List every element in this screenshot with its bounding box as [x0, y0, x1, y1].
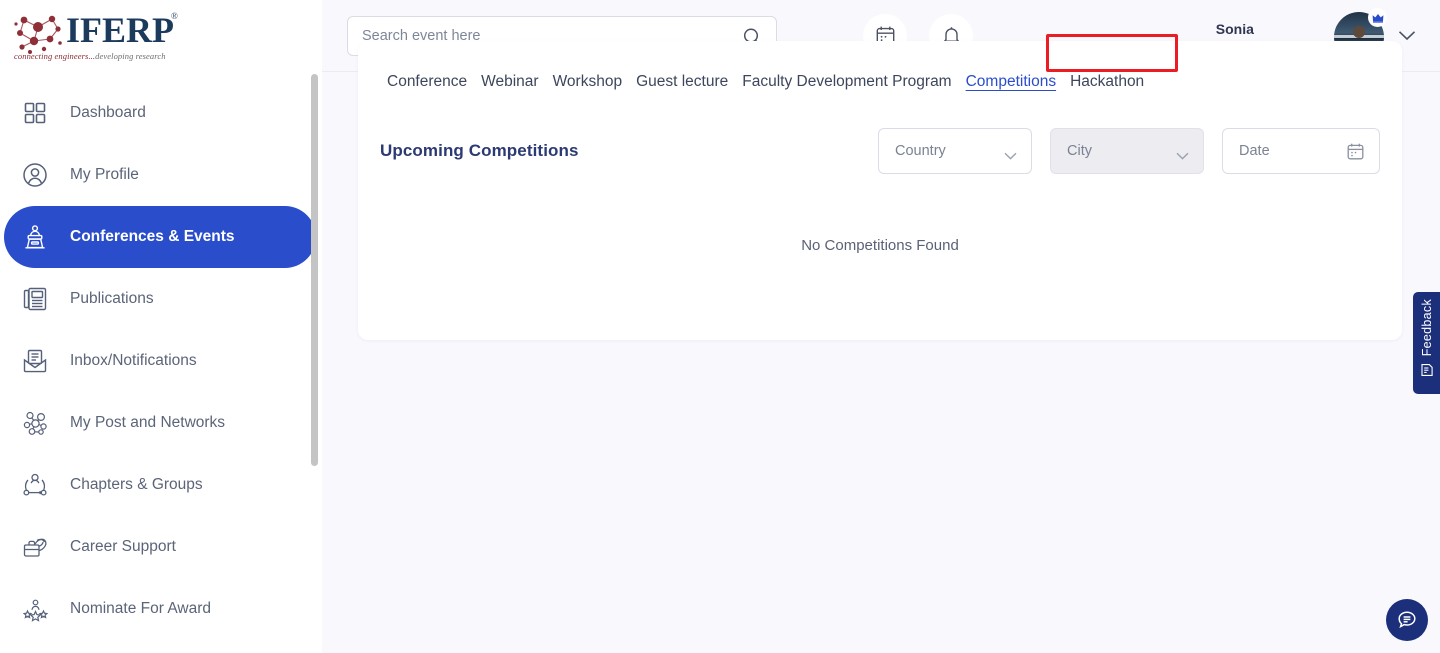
- sidebar-item-label: Career Support: [70, 538, 176, 556]
- sidebar-item-my-post-and-networks[interactable]: My Post and Networks: [4, 392, 316, 454]
- sidebar-nav: Dashboard My Profile: [0, 72, 322, 640]
- user-circle-icon: [18, 158, 52, 192]
- sidebar-scrollbar-thumb[interactable]: [311, 74, 318, 466]
- sidebar-item-career-support[interactable]: Career Support: [4, 516, 316, 578]
- brand-tagline-primary: connecting engineers...: [14, 51, 95, 61]
- country-select-label: Country: [895, 143, 946, 159]
- tab-faculty-development-program[interactable]: Faculty Development Program: [735, 71, 958, 93]
- envelope-icon: [18, 344, 52, 378]
- sidebar-item-chapters-groups[interactable]: Chapters & Groups: [4, 454, 316, 516]
- sidebar-item-label: Publications: [70, 290, 154, 308]
- sidebar-item-nominate-for-award[interactable]: Nominate For Award: [4, 578, 316, 640]
- app-root: IFERP ® connecting engineers...developin…: [0, 0, 1440, 653]
- chevron-down-icon: [1004, 148, 1017, 164]
- brand-tagline-secondary: developing research: [95, 51, 165, 61]
- calendar-icon[interactable]: [1346, 142, 1365, 165]
- network-icon: [18, 406, 52, 440]
- sidebar-item-label: My Post and Networks: [70, 414, 225, 432]
- feedback-form-icon: [1420, 363, 1434, 382]
- sidebar-item-conferences-events[interactable]: Conferences & Events: [4, 206, 316, 268]
- newspaper-icon: [18, 282, 52, 316]
- empty-state-message: No Competitions Found: [358, 237, 1402, 254]
- sidebar-item-inbox-notifications[interactable]: Inbox/Notifications: [4, 330, 316, 392]
- podium-icon: [18, 220, 52, 254]
- crown-icon: [1368, 8, 1387, 27]
- sidebar-item-my-profile[interactable]: My Profile: [4, 144, 316, 206]
- crown-glyph: [1372, 13, 1384, 23]
- tab-hackathon[interactable]: Hackathon: [1063, 71, 1151, 93]
- event-type-tabs: Conference Webinar Workshop Guest lectur…: [358, 41, 1402, 93]
- tab-competitions[interactable]: Competitions: [959, 71, 1063, 93]
- brand-logo[interactable]: IFERP ® connecting engineers...developin…: [0, 0, 322, 72]
- sidebar-item-publications[interactable]: Publications: [4, 268, 316, 330]
- date-filter-label: Date: [1239, 143, 1270, 159]
- brand-tagline: connecting engineers...developing resear…: [14, 51, 166, 61]
- grid-icon: [18, 96, 52, 130]
- tab-conference[interactable]: Conference: [380, 71, 474, 93]
- chat-bubble-icon: [1396, 609, 1418, 631]
- city-select[interactable]: City: [1050, 128, 1204, 174]
- chevron-down-icon: [1176, 148, 1189, 164]
- user-name: Sonia: [1216, 20, 1320, 38]
- country-select[interactable]: Country: [878, 128, 1032, 174]
- sidebar: IFERP ® connecting engineers...developin…: [0, 0, 322, 653]
- city-select-label: City: [1067, 143, 1092, 159]
- feedback-tab[interactable]: Feedback: [1413, 292, 1440, 394]
- sidebar-item-label: Dashboard: [70, 104, 146, 122]
- feedback-label: Feedback: [1420, 299, 1434, 356]
- sidebar-item-label: Nominate For Award: [70, 600, 211, 618]
- filter-row: Upcoming Competitions Country City: [358, 128, 1402, 174]
- sidebar-item-label: Conferences & Events: [70, 228, 235, 246]
- tab-guest-lecture[interactable]: Guest lecture: [629, 71, 735, 93]
- main-area: Sonia ID: STU-38785963: [322, 0, 1440, 653]
- tab-workshop[interactable]: Workshop: [546, 71, 630, 93]
- sidebar-item-label: Chapters & Groups: [70, 476, 203, 494]
- groups-icon: [18, 468, 52, 502]
- sidebar-item-label: Inbox/Notifications: [70, 352, 197, 370]
- section-title: Upcoming Competitions: [380, 141, 579, 161]
- sidebar-item-dashboard[interactable]: Dashboard: [4, 82, 316, 144]
- sidebar-item-label: My Profile: [70, 166, 139, 184]
- events-card: Conference Webinar Workshop Guest lectur…: [358, 41, 1402, 340]
- brand-registered-mark: ®: [171, 11, 178, 21]
- chat-button[interactable]: [1386, 599, 1428, 641]
- brand-name: IFERP: [66, 9, 174, 51]
- briefcase-icon: [18, 530, 52, 564]
- date-filter[interactable]: Date: [1222, 128, 1380, 174]
- award-icon: [18, 592, 52, 626]
- filters: Country City: [878, 128, 1380, 174]
- tab-webinar[interactable]: Webinar: [474, 71, 545, 93]
